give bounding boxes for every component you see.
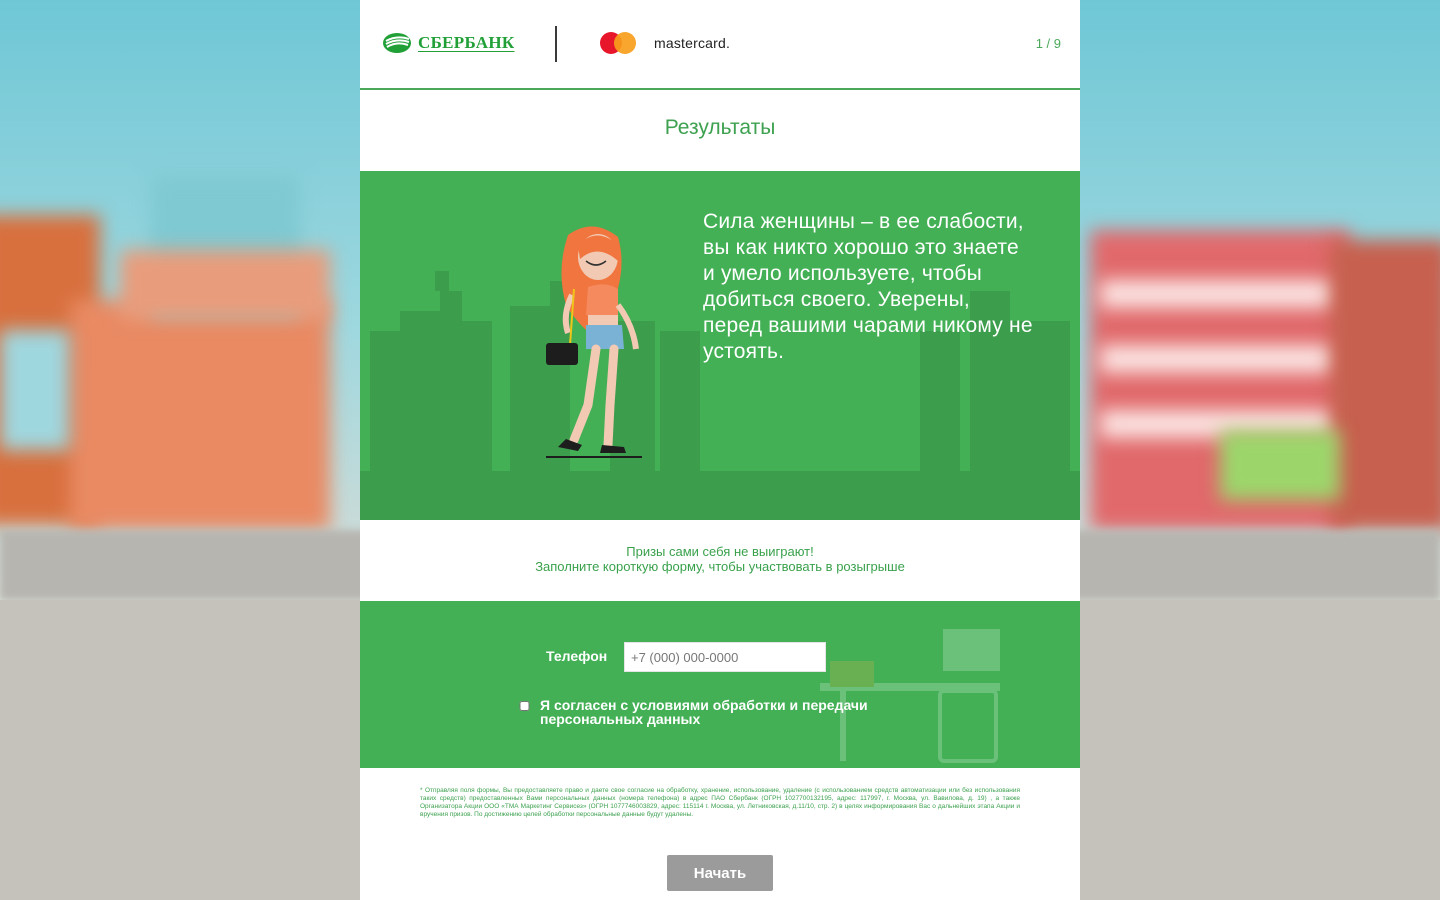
contact-form: Телефон Я согласен с условиями обработки… — [360, 601, 1080, 768]
result-banner: Сила женщины – в ее слабости, вы как ник… — [360, 171, 1080, 520]
phone-input[interactable] — [624, 642, 826, 672]
result-description: Сила женщины – в ее слабости, вы как ник… — [703, 210, 1033, 363]
prize-callout: Призы сами себя не выиграют! Заполните к… — [360, 544, 1080, 574]
desk-illustration — [820, 629, 1000, 763]
mastercard-circles-icon — [600, 32, 646, 54]
mastercard-logo[interactable]: mastercard. — [600, 32, 730, 54]
consent-checkbox[interactable] — [518, 701, 531, 711]
page-title: Результаты — [664, 116, 776, 139]
quiz-panel: СБЕРБАНК mastercard. 1 / 9 Результаты Си… — [360, 0, 1080, 900]
consent-label[interactable]: Я согласен с условиями обработки и перед… — [540, 698, 880, 726]
sberbank-logo-icon — [383, 33, 411, 53]
woman-illustration — [546, 226, 642, 458]
sberbank-logo-text: СБЕРБАНК — [418, 33, 515, 52]
sberbank-logo[interactable]: СБЕРБАНК — [382, 32, 514, 54]
phone-label: Телефон — [546, 648, 608, 664]
prize-subheading: Заполните короткую форму, чтобы участвов… — [535, 559, 905, 574]
step-counter: 1 / 9 — [1035, 36, 1061, 51]
start-button[interactable]: Начать — [667, 855, 773, 891]
header: СБЕРБАНК mastercard. 1 / 9 — [360, 0, 1080, 90]
prize-heading: Призы сами себя не выиграют! — [626, 544, 814, 559]
legal-disclaimer: * Отправляя поля формы, Вы предоставляет… — [420, 787, 1020, 818]
logo-divider — [555, 26, 557, 62]
mastercard-logo-text: mastercard. — [654, 35, 731, 51]
